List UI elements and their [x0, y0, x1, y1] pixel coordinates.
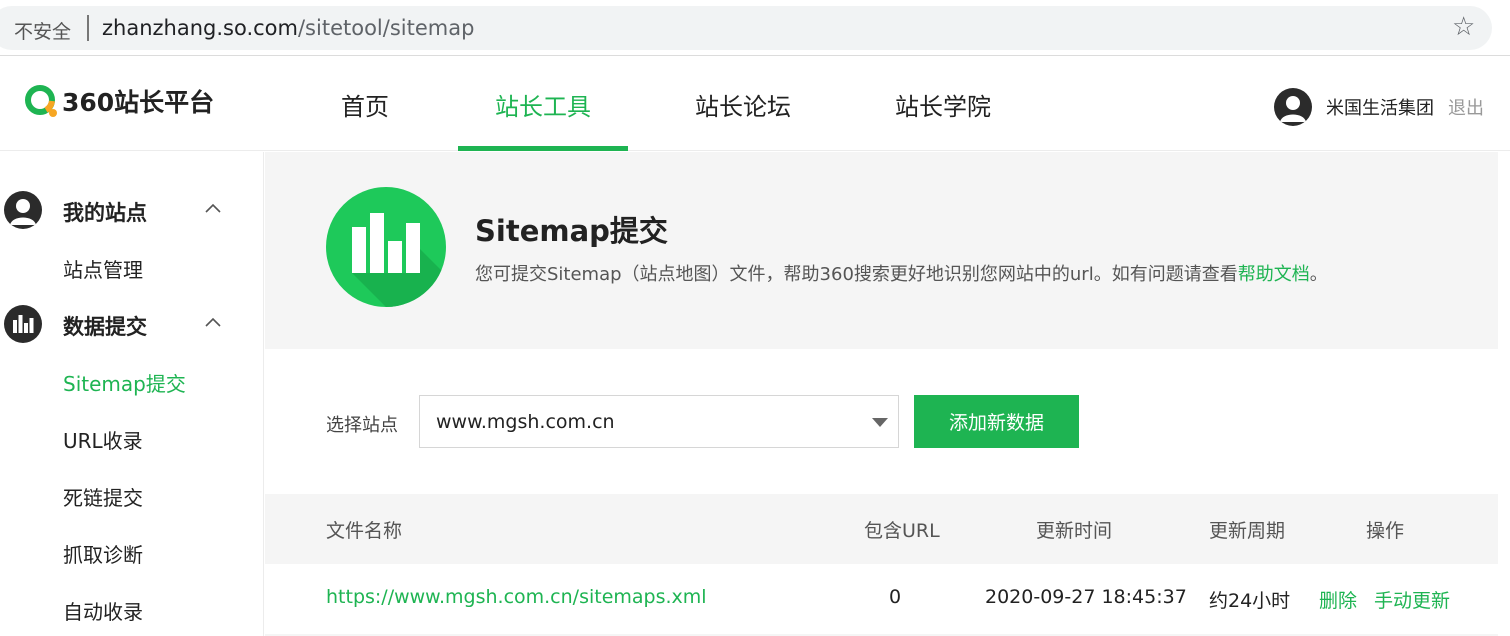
main-nav: 首页 站长工具 站长论坛 站长学院: [300, 57, 1028, 151]
table-header: 文件名称 包含URL 更新时间 更新周期 操作: [265, 494, 1498, 564]
delete-button[interactable]: 删除: [1319, 586, 1357, 613]
manual-update-button[interactable]: 手动更新: [1374, 586, 1450, 613]
sidebar-item-site-management[interactable]: 站点管理: [63, 254, 143, 283]
site-logo[interactable]: 360站长平台: [24, 83, 214, 119]
column-header-updated: 更新时间: [1036, 520, 1113, 542]
help-docs-link[interactable]: 帮助文档: [1238, 264, 1310, 285]
logo-text: 360站长平台: [62, 88, 215, 117]
user-name[interactable]: 米国生活集团: [1326, 94, 1434, 120]
bar-chart-icon: [4, 305, 42, 343]
security-indicator[interactable]: 不安全: [14, 17, 71, 44]
sitemap-chart-icon: [326, 187, 446, 307]
url-text[interactable]: zhanzhang.so.com/sitetool/sitemap: [102, 16, 474, 40]
nav-forum[interactable]: 站长论坛: [658, 57, 828, 151]
nav-webmaster-tools[interactable]: 站长工具: [458, 57, 628, 151]
address-bar[interactable]: 不安全 zhanzhang.so.com/sitetool/sitemap ☆: [0, 6, 1492, 50]
sidebar-item-dead-links[interactable]: 死链提交: [63, 482, 143, 511]
chevron-up-icon[interactable]: [204, 199, 222, 218]
description-text: 您可提交Sitemap（站点地图）文件，帮助360搜索更好地识别您网站中的url…: [475, 264, 1238, 285]
star-icon[interactable]: ☆: [1452, 14, 1475, 40]
column-header-url-count: 包含URL: [864, 520, 940, 542]
sidebar-group-label: 数据提交: [63, 315, 147, 339]
column-header-actions: 操作: [1366, 520, 1405, 542]
site-header: 360站长平台 首页 站长工具 站长论坛 站长学院 米国生活集团 退出: [0, 57, 1510, 151]
description-end: 。: [1309, 264, 1328, 285]
select-site-label: 选择站点: [326, 415, 398, 436]
sidebar-group-label: 我的站点: [63, 201, 147, 225]
address-separator: [87, 15, 89, 41]
caret-down-icon: [872, 418, 888, 427]
site-select-panel: 选择站点 www.mgsh.com.cn 添加新数据: [265, 349, 1498, 494]
logout-link[interactable]: 退出: [1448, 94, 1484, 120]
user-icon: [4, 191, 42, 229]
user-area: 米国生活集团 退出: [1274, 88, 1484, 126]
sidebar-item-auto-index[interactable]: 自动收录: [63, 596, 143, 625]
page-title: Sitemap提交: [475, 214, 668, 248]
nav-academy[interactable]: 站长学院: [858, 57, 1028, 151]
url-host: zhanzhang.so.com: [102, 16, 298, 40]
add-data-button[interactable]: 添加新数据: [914, 395, 1079, 448]
update-cycle: 约24小时: [1209, 590, 1291, 612]
sidebar-item-sitemap[interactable]: Sitemap提交: [63, 368, 186, 397]
sidebar-group-my-sites[interactable]: 我的站点: [0, 185, 264, 235]
sidebar-item-crawl-diagnosis[interactable]: 抓取诊断: [63, 539, 143, 568]
page-banner: Sitemap提交 您可提交Sitemap（站点地图）文件，帮助360搜索更好地…: [265, 152, 1498, 349]
logo-ring-icon: [24, 84, 58, 118]
main-content: Sitemap提交 您可提交Sitemap（站点地图）文件，帮助360搜索更好地…: [265, 152, 1498, 636]
url-count: 0: [889, 586, 902, 608]
table-row: https://www.mgsh.com.cn/sitemaps.xml 0 2…: [265, 564, 1498, 634]
site-select[interactable]: www.mgsh.com.cn: [419, 395, 899, 448]
column-header-cycle: 更新周期: [1209, 520, 1286, 542]
sidebar-item-url-index[interactable]: URL收录: [63, 425, 143, 454]
nav-home[interactable]: 首页: [300, 57, 430, 151]
chevron-up-icon[interactable]: [204, 313, 222, 332]
sidebar-group-data-submit[interactable]: 数据提交: [0, 299, 264, 349]
sitemap-file-link[interactable]: https://www.mgsh.com.cn/sitemaps.xml: [326, 586, 707, 608]
updated-time: 2020-09-27 18:45:37: [985, 586, 1187, 608]
url-path: /sitetool/sitemap: [297, 16, 475, 40]
avatar[interactable]: [1274, 88, 1312, 126]
site-select-value: www.mgsh.com.cn: [436, 411, 615, 433]
sidebar: 我的站点 站点管理 数据提交 Sitemap提交 URL收录 死链提交 抓取诊断…: [0, 152, 264, 636]
browser-toolbar: 不安全 zhanzhang.so.com/sitetool/sitemap ☆: [0, 0, 1510, 56]
page-description: 您可提交Sitemap（站点地图）文件，帮助360搜索更好地识别您网站中的url…: [475, 260, 1328, 286]
column-header-file: 文件名称: [326, 520, 403, 542]
